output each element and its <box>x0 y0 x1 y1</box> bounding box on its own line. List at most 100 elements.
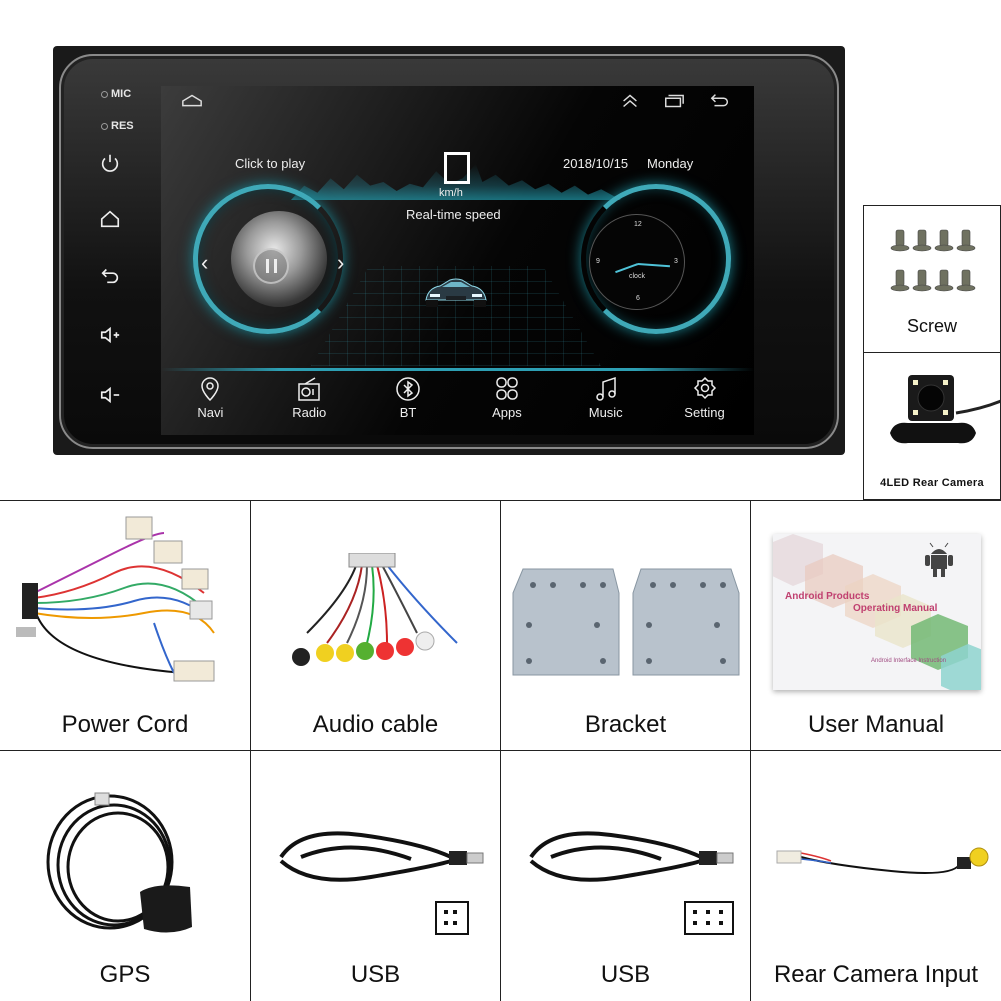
dock-divider <box>161 368 754 371</box>
mic-indicator: MIC <box>101 88 131 100</box>
topbar-expand-button[interactable] <box>619 92 641 110</box>
clock-numeral-9: 9 <box>596 258 600 265</box>
bluetooth-icon <box>396 377 420 401</box>
apps-grid-icon <box>496 377 518 400</box>
six-pin-connector-icon <box>684 901 734 935</box>
dock-label-navi: Navi <box>197 405 224 420</box>
pause-bar-icon <box>273 259 277 273</box>
location-pin-icon <box>201 377 220 402</box>
usb-cable-image-2 <box>529 831 734 882</box>
dock-item-apps[interactable]: Apps <box>467 376 547 431</box>
mic-led-icon <box>101 90 108 98</box>
topbar-recent-apps-button[interactable] <box>663 92 685 110</box>
head-unit: MIC RES km/h Real-time speed Click to pl… <box>53 46 845 455</box>
dock-label-setting: Setting <box>684 405 725 420</box>
clock-numeral-12: 12 <box>634 221 642 228</box>
usb-label-2: USB <box>600 961 651 988</box>
accessory-power-cord: Power Cord <box>0 500 251 751</box>
dock-label-apps: Apps <box>492 405 522 420</box>
touch-screen: km/h Real-time speed Click to play ‹ › 2… <box>161 86 754 435</box>
accessory-bracket: Bracket <box>500 500 751 751</box>
volume-down-icon <box>100 386 120 404</box>
next-track-button[interactable]: › <box>337 250 344 276</box>
rear-camera-input-cable-image <box>776 847 989 874</box>
reset-label: RES <box>111 120 134 132</box>
dock-label-radio: Radio <box>292 405 327 420</box>
recent-apps-icon <box>665 94 684 108</box>
clock-face-label: clock <box>629 273 645 280</box>
manual-cover-subtitle: Android Interface Instruction <box>871 658 947 664</box>
power-cord-image <box>16 516 215 682</box>
home-icon <box>100 210 120 228</box>
previous-track-button[interactable]: ‹ <box>201 250 208 276</box>
manual-cover-title-1: Android Products <box>785 591 870 602</box>
dock-item-radio[interactable]: Radio <box>269 376 349 431</box>
gps-antenna-image <box>46 792 192 933</box>
head-unit-bezel: MIC RES km/h Real-time speed Click to pl… <box>59 54 839 449</box>
usb-label-1: USB <box>350 961 401 988</box>
user-manual-image: Android Products Operating Manual Androi… <box>773 534 981 690</box>
double-chevron-up-icon <box>623 94 637 108</box>
rear-camera-label: 4LED Rear Camera <box>880 477 984 489</box>
audio-cable-label: Audio cable <box>312 711 439 738</box>
home-outline-icon <box>182 94 202 107</box>
bracket-image <box>512 568 740 676</box>
dock-item-setting[interactable]: Setting <box>665 376 745 431</box>
speed-digit-display <box>444 152 470 184</box>
dock-label-music: Music <box>588 405 623 420</box>
accessory-gps: GPS <box>0 750 251 1001</box>
side-panel: MIC RES <box>61 56 159 447</box>
topbar-back-button[interactable] <box>709 92 731 110</box>
volume-down-button[interactable] <box>99 384 121 406</box>
dock-item-navi[interactable]: Navi <box>170 376 250 431</box>
accessory-rear-camera-input: Rear Camera Input <box>750 750 1001 1001</box>
accessory-screw: Screw <box>863 205 1001 353</box>
dock-item-music[interactable]: Music <box>566 376 646 431</box>
volume-up-icon <box>100 326 120 344</box>
clock-hour-hand <box>615 263 639 274</box>
dock-label-bt: BT <box>399 405 417 420</box>
gps-label: GPS <box>99 961 151 988</box>
analog-clock[interactable]: 12 3 6 9 clock <box>589 214 685 310</box>
pause-bar-icon <box>265 259 269 273</box>
android-logo-icon <box>925 542 953 577</box>
four-pin-connector-icon <box>435 901 469 935</box>
usb-cable-image-1 <box>279 831 484 882</box>
pause-button[interactable] <box>253 248 289 284</box>
screws-image <box>890 229 976 292</box>
rear-camera-image <box>890 375 1001 444</box>
power-icon <box>101 154 119 172</box>
back-button[interactable] <box>99 264 121 286</box>
screw-label: Screw <box>906 316 957 336</box>
bracket-label: Bracket <box>584 711 667 738</box>
radio-icon <box>298 377 320 401</box>
accessory-user-manual: Android Products Operating Manual Androi… <box>750 500 1001 751</box>
reset-indicator: RES <box>101 120 134 132</box>
accessory-audio-cable: Audio cable <box>250 500 501 751</box>
speed-label: Real-time speed <box>406 207 501 222</box>
app-dock: Navi Radio BT Apps Music Setting <box>161 376 754 431</box>
date-label: 2018/10/15 <box>563 156 629 171</box>
topbar-home-button[interactable] <box>181 92 203 110</box>
user-manual-label: User Manual <box>807 711 945 738</box>
back-arrow-icon <box>710 94 729 107</box>
gear-icon <box>693 376 716 400</box>
music-note-icon <box>595 376 616 401</box>
home-button[interactable] <box>99 208 121 230</box>
day-label: Monday <box>647 156 694 171</box>
volume-up-button[interactable] <box>99 324 121 346</box>
back-icon <box>101 268 119 284</box>
rear-camera-input-label: Rear Camera Input <box>773 961 979 988</box>
clock-numeral-6: 6 <box>636 295 640 302</box>
audio-cable-image <box>292 553 458 666</box>
music-click-to-play[interactable]: Click to play <box>235 156 305 171</box>
accessory-usb-2: USB <box>500 750 751 1001</box>
dock-item-bt[interactable]: BT <box>368 376 448 431</box>
clock-numeral-3: 3 <box>674 258 678 265</box>
power-button[interactable] <box>99 152 121 174</box>
manual-cover-title-2: Operating Manual <box>853 603 938 614</box>
accessory-usb-1: USB <box>250 750 501 1001</box>
clock-minute-hand <box>637 263 670 268</box>
mic-label: MIC <box>111 88 132 100</box>
car-icon <box>425 278 487 307</box>
